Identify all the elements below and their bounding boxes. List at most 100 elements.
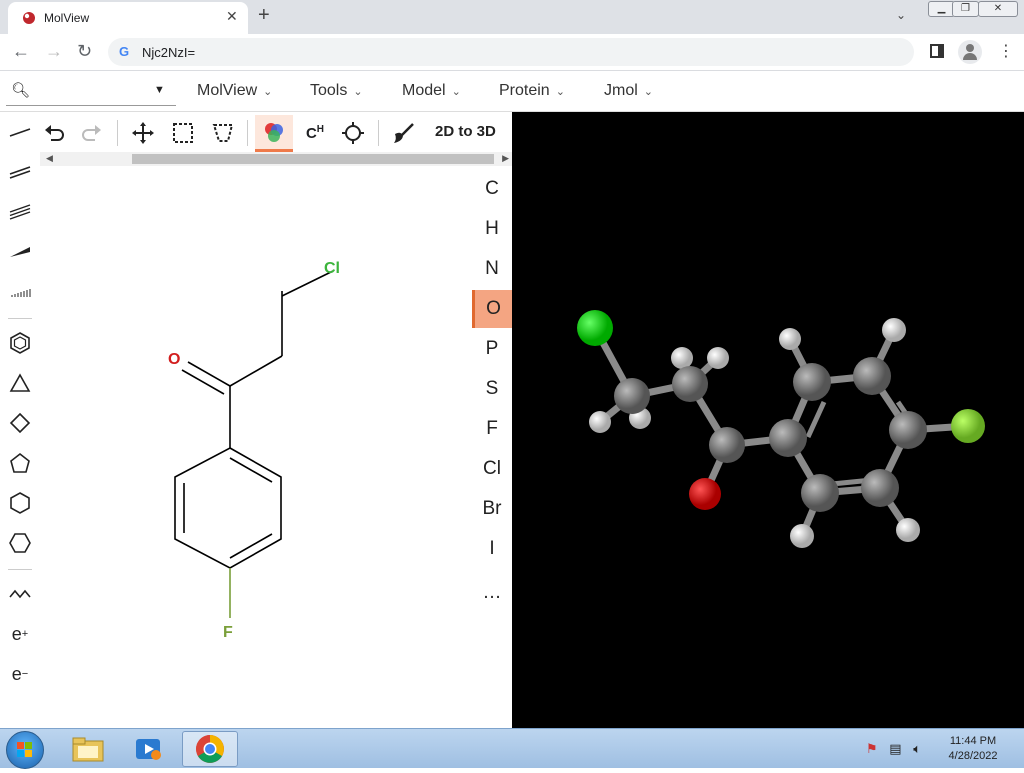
forward-arrow-icon[interactable]: → [45,41,63,62]
toolbar-scrollbar[interactable]: ◀ ▶ [40,152,512,166]
center-icon[interactable] [338,118,368,148]
menu-molview[interactable]: MolView ⌄ [197,82,272,100]
chlorine-label: Cl [324,260,340,277]
carbon-atom [861,469,899,507]
element-p[interactable]: P [472,330,512,368]
pentagon-ring-icon[interactable] [6,449,34,477]
chain-icon[interactable] [6,580,34,608]
google-icon: G [119,44,130,59]
back-arrow-icon[interactable]: ← [12,41,30,62]
redo-icon[interactable] [76,118,106,148]
molecule-3d-render [577,310,985,548]
3d-viewer[interactable] [512,112,1024,728]
search-dropdown-icon[interactable]: ▼ [154,84,165,96]
color-mode-icon[interactable] [255,115,293,152]
window-restore-button[interactable]: ❐ [952,1,979,17]
hydrogen-atom [882,318,906,342]
element-more[interactable]: … [472,574,512,612]
toolbar-divider [247,120,248,146]
hydrogen-atom [707,347,729,369]
volume-icon[interactable]: 🔈︎ [913,741,921,756]
action-center-flag-icon[interactable]: ⚑ [866,741,878,756]
search-icon: 🔍︎ [11,82,31,99]
benzene-icon[interactable] [6,329,34,357]
element-o[interactable]: O [472,290,512,328]
erase-icon[interactable] [388,118,418,148]
toolbar-divider [8,569,32,570]
hydrogen-atom [779,328,801,350]
media-player-taskbar-icon[interactable] [120,731,176,767]
hash-bond-icon[interactable] [6,278,34,306]
element-s[interactable]: S [472,370,512,408]
square-ring-icon[interactable] [6,409,34,437]
system-tray: ⚑ ▤ 🔈︎ [866,741,921,757]
element-n[interactable]: N [472,250,512,288]
chevron-down-icon: ⌄ [353,86,363,98]
scrollbar-thumb[interactable] [132,154,494,164]
network-icon[interactable]: ▤ [889,741,901,756]
file-explorer-taskbar-icon[interactable] [60,731,116,767]
triple-bond-icon[interactable] [6,198,34,226]
menu-tools[interactable]: Tools ⌄ [310,82,363,100]
hydrogen-atom [589,411,611,433]
element-f[interactable]: F [472,410,512,448]
electron-minus-icon[interactable]: e − [6,660,34,688]
scroll-right-arrow-icon[interactable]: ▶ [502,153,509,164]
tab-search-chevron-icon[interactable]: ⌄ [896,8,906,22]
element-br[interactable]: Br [472,490,512,528]
menu-protein[interactable]: Protein ⌄ [499,82,565,100]
menu-jmol[interactable]: Jmol ⌄ [604,82,653,100]
window-minimize-button[interactable]: ▁ [928,1,955,17]
molview-favicon-icon [23,12,35,24]
element-picker: C H N O P S F Cl Br I … [472,170,512,610]
double-bond-icon[interactable] [6,158,34,186]
element-h[interactable]: H [472,210,512,248]
start-button[interactable] [6,731,44,769]
scroll-left-arrow-icon[interactable]: ◀ [46,153,53,164]
undo-icon[interactable] [40,118,70,148]
profile-avatar-icon[interactable] [958,40,982,64]
address-bar[interactable]: G Njc2NzI= [108,38,914,66]
move-icon[interactable] [128,118,158,148]
sketcher-canvas[interactable]: Cl O F [40,166,472,728]
carbon-atom [853,357,891,395]
search-input[interactable]: 🔍︎ ▼ [6,78,176,106]
electron-plus-icon[interactable]: e + [6,620,34,648]
carbonyl-double-bond-1 [187,361,231,387]
menu-model[interactable]: Model ⌄ [402,82,461,100]
rect-select-icon[interactable] [168,118,198,148]
element-i[interactable]: I [472,530,512,568]
hexagon-ring-icon[interactable] [6,489,34,517]
side-panel-icon[interactable] [930,44,944,58]
carbon-atom [709,427,745,463]
ch2-carbonyl-bond [229,355,283,387]
benzene-ring [174,447,282,569]
address-url[interactable]: Njc2NzI= [142,45,195,60]
wedge-bond-icon[interactable] [6,238,34,266]
carbon-atom [889,411,927,449]
element-c[interactable]: C [472,170,512,208]
reload-icon[interactable]: ↻ [77,41,92,62]
carbonyl-double-bond-2 [181,369,225,395]
sketcher-toolbar: CH 2D to 3D [40,112,512,152]
molecule-2d-drawing: Cl O F [168,260,340,641]
triangle-ring-icon[interactable] [6,369,34,397]
tab-close-icon[interactable]: ✕ [226,8,238,25]
chlorine-atom [577,310,613,346]
single-bond-icon[interactable] [6,118,34,146]
hexagon-ring-alt-icon[interactable] [6,529,34,557]
ring-inner-double-2 [229,457,273,483]
hydrogen-icon[interactable]: CH [300,118,330,148]
lasso-select-icon[interactable] [208,118,238,148]
new-tab-button[interactable]: + [258,4,270,27]
windows-taskbar: ⚑ ▤ 🔈︎ 11:44 PM 4/28/2022 [0,728,1024,769]
chevron-down-icon: ⌄ [555,86,565,98]
2d-to-3d-button[interactable]: 2D to 3D [435,123,496,140]
chrome-taskbar-icon[interactable] [182,731,238,767]
taskbar-clock[interactable]: 11:44 PM 4/28/2022 [940,734,1006,764]
browser-menu-icon[interactable]: ⋮ [998,41,1014,61]
windows-logo-icon [17,742,32,757]
browser-tab[interactable]: MolView ✕ [8,2,248,34]
window-close-button[interactable]: ✕ [978,1,1018,17]
element-cl[interactable]: Cl [472,450,512,488]
